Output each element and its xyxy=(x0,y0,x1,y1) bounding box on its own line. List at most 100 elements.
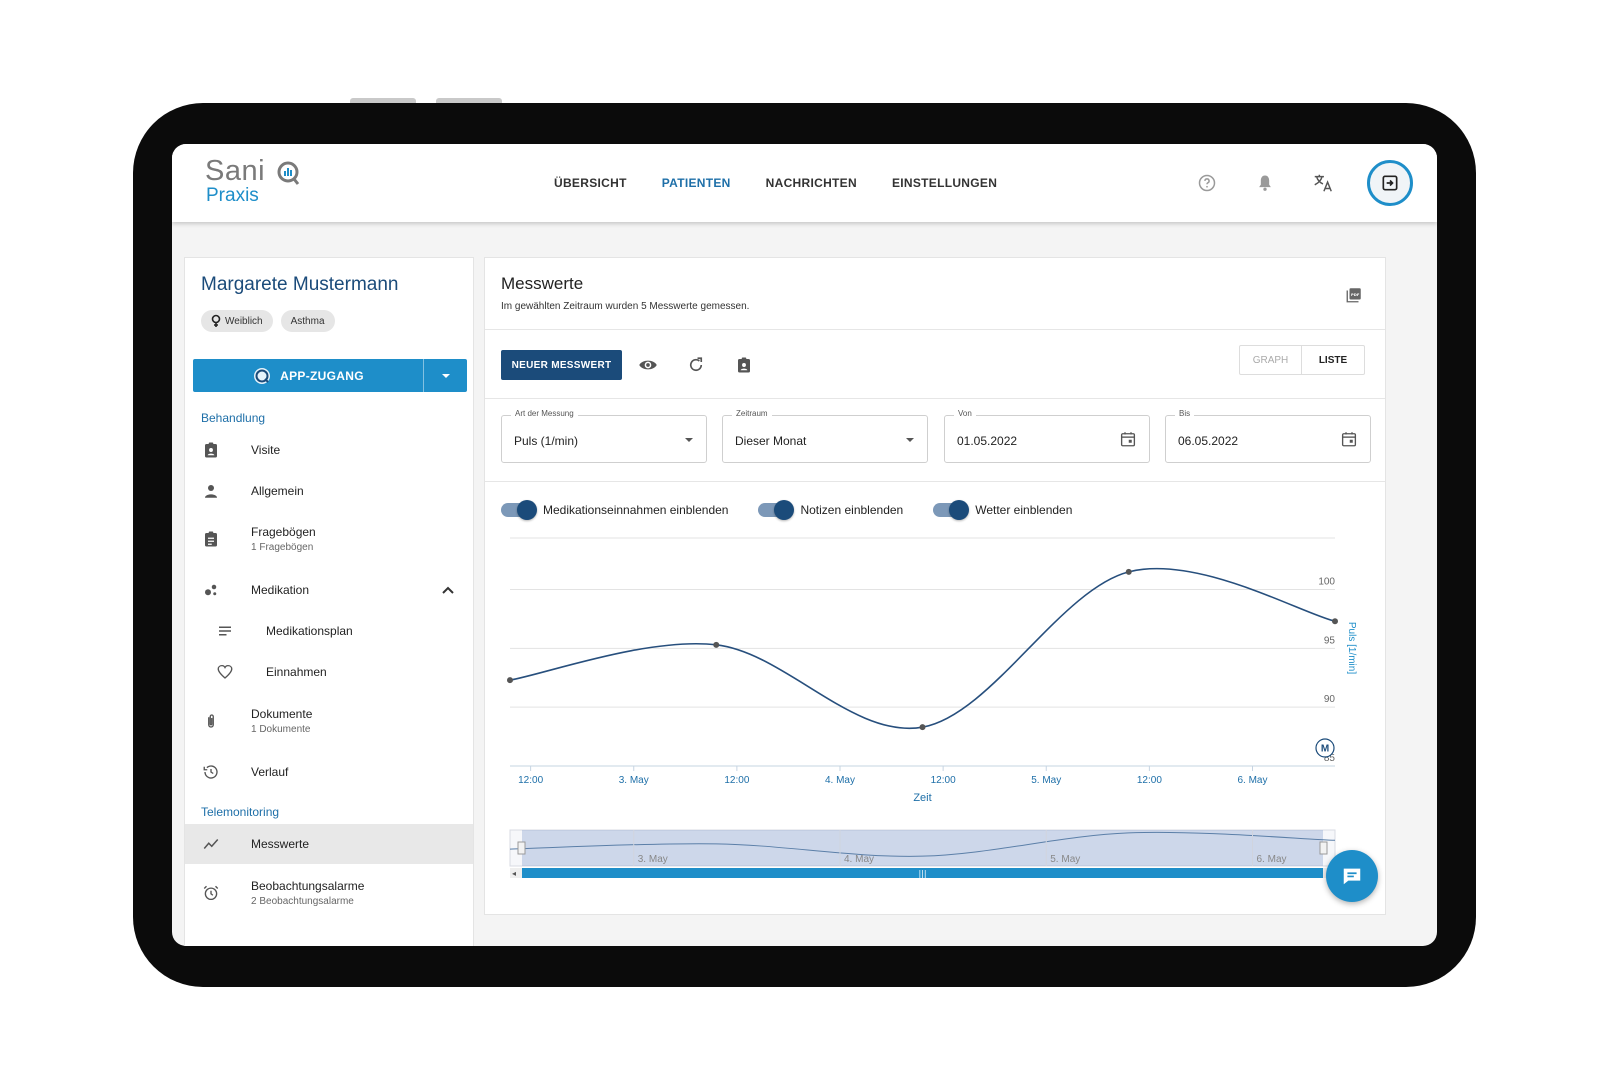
view-graph-button[interactable]: GRAPH xyxy=(1240,346,1302,374)
pulse-chart: 85909510012:00 3. May 12:00 4. May 12:00 5. M… xyxy=(507,537,1357,878)
switch-label: Medikationseinnahmen einblenden xyxy=(543,503,729,517)
sidebar-item-messwerte[interactable]: Messwerte xyxy=(185,824,473,864)
pdf-export-icon[interactable]: PDF xyxy=(1345,286,1363,309)
divider-toolbar xyxy=(485,398,1385,399)
person-icon xyxy=(201,481,221,501)
field-label: Zeitraum xyxy=(732,409,772,418)
logo-q-icon xyxy=(277,161,300,185)
translate-icon[interactable] xyxy=(1309,169,1337,197)
sidebar-item-frageboegen[interactable]: Fragebögen 1 Fragebögen xyxy=(185,514,473,564)
sidebar-item-label: Dokumente xyxy=(251,707,313,721)
caret-down-icon xyxy=(441,373,450,378)
logout-button[interactable] xyxy=(1367,160,1413,206)
sidebar-item-einnahmen[interactable]: Einnahmen xyxy=(185,652,473,692)
navigator-label: 3. May xyxy=(638,854,668,865)
x-tick-label: 12:00 xyxy=(931,775,956,786)
sidebar-item-medikationsplan[interactable]: Medikationsplan xyxy=(185,611,473,651)
x-tick-label: 12:00 xyxy=(518,775,543,786)
chip-diagnosis-label: Asthma xyxy=(290,315,325,327)
y-tick-label: 100 xyxy=(1318,577,1335,588)
nav-patienten[interactable]: PATIENTEN xyxy=(662,176,731,190)
switch-label: Notizen einblenden xyxy=(800,503,904,517)
sidebar-item-label: Fragebögen xyxy=(251,525,316,539)
bell-icon[interactable] xyxy=(1251,169,1279,197)
chip-diagnosis: Asthma xyxy=(280,310,335,332)
date-from-field[interactable]: Von 01.05.2022 xyxy=(944,409,1150,463)
sidebar-item-beobachtungsalarme[interactable]: Beobachtungsalarme 2 Beobachtungsalarme xyxy=(185,868,473,918)
field-value: 06.05.2022 xyxy=(1178,434,1239,448)
sidebar-item-label: Allgemein xyxy=(251,484,304,498)
patient-sidebar: Margarete Mustermann Weiblich Asthma APP… xyxy=(184,257,474,946)
nav-einstellungen[interactable]: EINSTELLUNGEN xyxy=(892,176,997,190)
sidebar-item-medikation[interactable]: Medikation xyxy=(185,570,473,610)
measurement-type-select[interactable]: Art der Messung Puls (1/min) xyxy=(501,409,707,463)
switch-weather[interactable]: Wetter einblenden xyxy=(933,500,1072,520)
app-logo-icon xyxy=(254,367,271,384)
field-label: Bis xyxy=(1175,409,1195,418)
app-access-dropdown[interactable] xyxy=(423,359,467,392)
x-tick-label: 5. May xyxy=(1031,775,1061,786)
sidebar-item-label: Beobachtungsalarme xyxy=(251,879,365,893)
y-tick-label: 95 xyxy=(1324,635,1336,646)
app-access-button[interactable]: APP-ZUGANG xyxy=(193,359,467,392)
patient-chips: Weiblich Asthma xyxy=(201,310,335,332)
scrollbar-grip: ||| xyxy=(918,869,926,878)
clipboard-account-icon xyxy=(201,440,221,460)
logo[interactable]: Sani Praxis xyxy=(205,155,300,206)
sidebar-item-allgemein[interactable]: Allgemein xyxy=(185,470,473,512)
y-axis-title: Puls [1/min] xyxy=(1346,622,1357,674)
switch-track[interactable] xyxy=(501,500,537,520)
x-tick-label: 6. May xyxy=(1237,775,1267,786)
period-select[interactable]: Zeitraum Dieser Monat xyxy=(722,409,928,463)
data-point xyxy=(1125,568,1132,575)
switch-track[interactable] xyxy=(758,500,795,520)
caret-down-icon xyxy=(906,438,914,442)
sidebar-item-verlauf[interactable]: Verlauf xyxy=(185,752,473,792)
view-list-button[interactable]: LISTE xyxy=(1302,346,1364,374)
sidebar-item-sublabel: 2 Beobachtungsalarme xyxy=(251,896,354,907)
chat-button[interactable] xyxy=(1326,850,1378,902)
sidebar-item-visite[interactable]: Visite xyxy=(185,430,473,470)
date-to-field[interactable]: Bis 06.05.2022 xyxy=(1165,409,1371,463)
data-point xyxy=(507,677,513,684)
chip-gender-label: Weiblich xyxy=(225,315,263,327)
field-label: Von xyxy=(954,409,976,418)
navigator-label: 5. May xyxy=(1050,854,1080,865)
data-point xyxy=(919,724,926,731)
nav-uebersicht[interactable]: ÜBERSICHT xyxy=(554,176,627,190)
sidebar-item-sublabel: 1 Dokumente xyxy=(251,724,311,735)
sidebar-item-dokumente[interactable]: Dokumente 1 Dokumente xyxy=(185,696,473,746)
logo-text-sani: Sani xyxy=(205,155,266,187)
app-access-main[interactable]: APP-ZUGANG xyxy=(193,359,423,392)
navigator-handle-right xyxy=(1319,841,1328,855)
sidebar-item-label: Messwerte xyxy=(251,837,310,851)
nav-nachrichten[interactable]: NACHRICHTEN xyxy=(766,176,857,190)
navigator-label: 6. May xyxy=(1257,854,1287,865)
paperclip-icon xyxy=(201,711,221,731)
chart-line-icon xyxy=(201,834,221,854)
switch-notes[interactable]: Notizen einblenden xyxy=(758,500,904,520)
x-tick-label: 3. May xyxy=(619,775,649,786)
field-value: 01.05.2022 xyxy=(957,434,1018,448)
sidebar-item-label: Medikationsplan xyxy=(266,624,353,638)
switch-medication[interactable]: Medikationseinnahmen einblenden xyxy=(501,500,729,520)
heart-icon xyxy=(215,662,235,682)
chevron-up-icon[interactable] xyxy=(442,586,454,594)
calendar-icon[interactable] xyxy=(1340,430,1358,448)
sidebar-item-label: Einnahmen xyxy=(266,665,327,679)
clipboard-account-icon[interactable] xyxy=(733,354,755,376)
refresh-icon[interactable] xyxy=(685,354,707,376)
switch-thumb xyxy=(949,500,970,520)
svg-text:PDF: PDF xyxy=(1351,293,1360,297)
page-title: Messwerte xyxy=(501,274,584,293)
data-point xyxy=(1332,618,1338,625)
new-measurement-button[interactable]: NEUER MESSWERT xyxy=(501,350,622,380)
calendar-icon[interactable] xyxy=(1119,430,1137,448)
help-icon[interactable] xyxy=(1193,169,1221,197)
eye-icon[interactable] xyxy=(637,354,659,376)
medication-icon xyxy=(201,580,221,600)
divider-top xyxy=(485,329,1385,330)
sidebar-item-label: Verlauf xyxy=(251,765,289,779)
x-tick-label: 12:00 xyxy=(724,775,749,786)
switch-track[interactable] xyxy=(933,500,970,520)
